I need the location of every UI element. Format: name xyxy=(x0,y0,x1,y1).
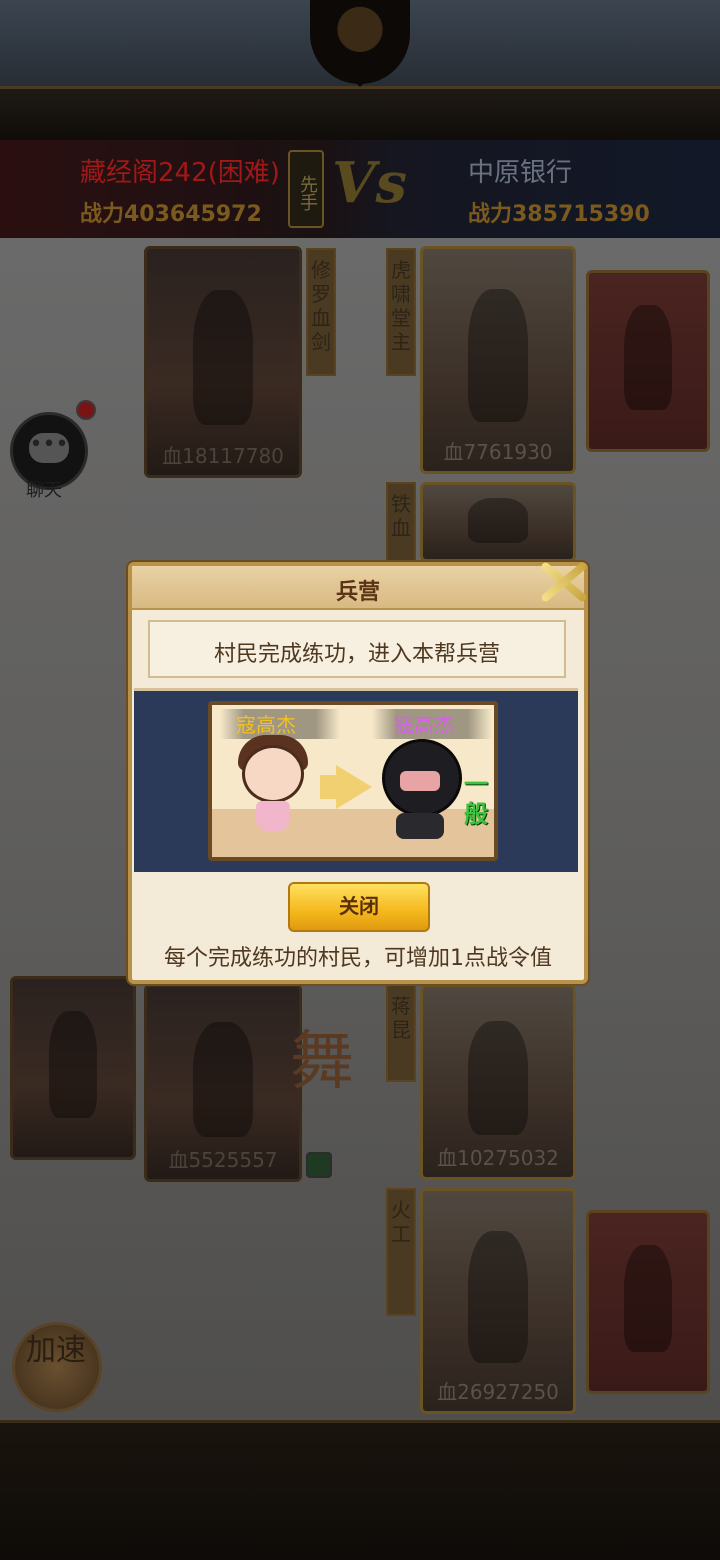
chat-bubble-icon: ••• xyxy=(29,433,69,463)
hero-portrait xyxy=(192,289,254,426)
vs-label: Vs xyxy=(332,150,407,216)
skull-icon xyxy=(306,1152,332,1178)
unit-hp: 血7761930 xyxy=(443,440,553,464)
soldier-face xyxy=(400,771,440,791)
hero-portrait xyxy=(468,1230,528,1363)
hero-portrait xyxy=(192,1021,254,1137)
dialog-header: 兵营 xyxy=(132,566,584,610)
right-reserve-card-1[interactable] xyxy=(586,270,710,452)
right-unit-card-1[interactable]: 血7761930 xyxy=(420,246,576,474)
unit-name-plate: 修罗血剑 xyxy=(306,248,336,376)
right-team-power: 战力385715390 xyxy=(468,202,650,227)
hero-portrait xyxy=(624,1245,672,1352)
barracks-dialog: 兵营 村民完成练功，进入本帮兵营 寇高杰 寇高杰 一般 关闭 每个完成练功的村民… xyxy=(128,562,588,984)
right-unit-card-4[interactable]: 血26927250 xyxy=(420,1188,576,1414)
unit-name-plate: 蒋昆 xyxy=(386,984,416,1082)
right-team-name: 中原银行 xyxy=(468,158,573,188)
soldier-name: 寇高杰 xyxy=(394,713,454,737)
villager-name: 寇高杰 xyxy=(236,713,296,737)
hero-portrait xyxy=(624,304,672,411)
soldier-body xyxy=(396,813,444,839)
right-unit-card-3[interactable]: 血10275032 xyxy=(420,984,576,1180)
promotion-frame: 寇高杰 寇高杰 一般 xyxy=(208,701,498,861)
dialog-footer: 每个完成练功的村民，可增加1点战令值 xyxy=(164,946,552,971)
first-move-badge: 先手 xyxy=(288,150,324,228)
dialog-title: 兵营 xyxy=(335,580,380,605)
unit-hp: 血26927250 xyxy=(437,1380,559,1404)
unit-hp: 血5525557 xyxy=(168,1148,278,1172)
left-unit-card-1[interactable]: 血18117780 xyxy=(144,246,302,478)
dialog-subtitle: 村民完成练功，进入本帮兵营 xyxy=(213,642,500,667)
unit-name-plate: 火工 xyxy=(386,1188,416,1316)
unit-hp: 血10275032 xyxy=(437,1146,559,1170)
hero-portrait xyxy=(468,498,528,543)
roof-eave xyxy=(0,86,720,140)
rank-badge: 一般 xyxy=(464,770,488,828)
hero-portrait xyxy=(49,1011,97,1118)
dialog-subtitle-box: 村民完成练功，进入本帮兵营 xyxy=(148,620,566,678)
background-glyph: 舞 xyxy=(290,1025,354,1099)
unit-name-plate: 铁血 xyxy=(386,482,416,562)
promotion-panel: 寇高杰 寇高杰 一般 xyxy=(134,688,578,872)
right-reserve-card-2[interactable] xyxy=(586,1210,710,1394)
close-icon[interactable] xyxy=(532,554,594,610)
chat-label: 聊天 xyxy=(26,480,62,501)
unit-name-plate: 虎啸堂主 xyxy=(386,248,416,376)
unit-hp: 血18117780 xyxy=(162,444,284,468)
stage-floor xyxy=(212,809,494,857)
bottom-bar xyxy=(0,1420,720,1560)
notification-dot xyxy=(76,400,96,420)
left-unit-card-small[interactable] xyxy=(10,976,136,1160)
villager-head xyxy=(242,745,304,803)
speed-up-label: 加速 xyxy=(26,1333,86,1368)
hero-portrait xyxy=(468,1021,528,1136)
villager-body xyxy=(256,801,290,831)
left-unit-card-2[interactable]: 血5525557 xyxy=(144,984,302,1182)
hero-portrait xyxy=(468,288,528,423)
close-button[interactable]: 关闭 xyxy=(288,882,430,932)
left-team-name: 藏经阁242(困难) xyxy=(80,158,280,188)
right-unit-card-2[interactable] xyxy=(420,482,576,562)
arrow-right-icon xyxy=(336,765,372,809)
left-team-power: 战力403645972 xyxy=(80,202,262,227)
